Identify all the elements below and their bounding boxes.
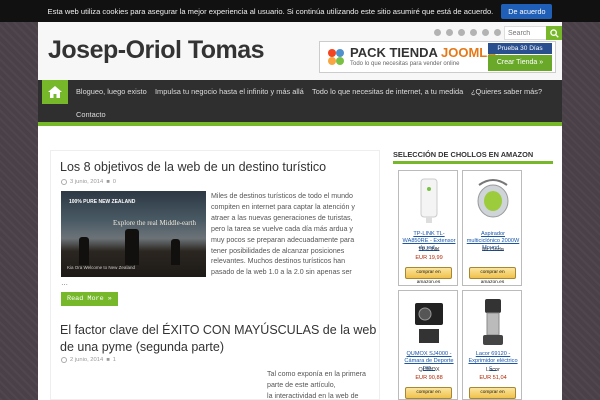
cookie-bar: Esta web utiliza cookies para asegurar l… xyxy=(0,0,600,22)
excerpt-ellipsis: … xyxy=(61,279,69,287)
product-card[interactable]: Aspirador multiciclónico 2000W Mound... … xyxy=(462,170,522,286)
buy-on-amazon-button[interactable]: comprar en amazon.es xyxy=(469,267,516,285)
nav-item-impulsa[interactable]: Impulsa tu negocio hasta el infinito y m… xyxy=(155,87,304,97)
excerpt-line: Tal como exponía en la primera xyxy=(267,370,366,378)
joomla-ad-banner[interactable]: PACK TIENDA JOOMLA! Todo lo que necesita… xyxy=(319,41,556,73)
banner-title-main: PACK TIENDA xyxy=(350,45,438,60)
social-icons xyxy=(434,29,501,36)
comment-count[interactable]: 0 xyxy=(113,179,116,185)
youtube-icon[interactable] xyxy=(494,29,501,36)
google-plus-icon[interactable] xyxy=(446,29,453,36)
joomla-logo-icon xyxy=(328,49,344,65)
linkedin-icon[interactable] xyxy=(482,29,489,36)
clock-icon xyxy=(61,179,67,185)
post-date: 2 junio, 2014 xyxy=(70,357,104,363)
excerpt-line: atraer a las nuevas generaciones de turi… xyxy=(211,213,353,222)
product-brand: QUMOX xyxy=(418,367,440,373)
buy-on-amazon-button[interactable]: comprar en amazon.es xyxy=(405,387,452,399)
image-figure xyxy=(79,237,89,265)
comment-icon: ■ xyxy=(106,357,110,363)
nav-item-saber-mas[interactable]: ¿Quieres saber más? xyxy=(471,87,542,97)
image-figure xyxy=(125,229,139,265)
post-meta-1: 3 junio, 2014 ■ 0 xyxy=(61,179,116,185)
wifi-extender-image xyxy=(420,178,438,223)
home-icon xyxy=(48,86,62,98)
vacuum-cleaner-image xyxy=(477,179,509,218)
rss-icon[interactable] xyxy=(434,29,441,36)
action-camera-image xyxy=(415,303,443,343)
excerpt-line: compiten en internet para captar la aten… xyxy=(211,202,355,211)
post-meta-2: 2 junio, 2014 ■ 1 xyxy=(61,357,116,363)
excerpt-line: pero la tarea se vuelve cada día más ard… xyxy=(211,224,353,233)
banner-trial-badge: Prueba 30 Días xyxy=(488,43,552,54)
image-caption: Explore the real Middle-earth xyxy=(113,219,196,227)
product-brand: TP-LINK xyxy=(418,247,440,253)
excerpt-line: Miles de destinos turísticos de todo el … xyxy=(211,192,353,200)
excerpt-line: relevantes. Muchos destinos turísticos h… xyxy=(211,257,346,266)
page-wrapper: Josep-Oriol Tomas PACK TIENDA JOOMLA! xyxy=(38,22,562,400)
image-brand-text: 100% PURE NEW ZEALAND xyxy=(69,199,136,205)
product-brand: Lacor xyxy=(486,367,500,373)
search-icon xyxy=(549,28,559,38)
product-price: EUR 51,04 xyxy=(479,375,507,381)
create-store-button[interactable]: Crear Tienda » xyxy=(488,55,552,71)
search-button[interactable] xyxy=(546,26,562,40)
facebook-icon[interactable] xyxy=(458,29,465,36)
image-footer-text: Kia Ora Welcome to New Zealand xyxy=(67,265,135,270)
site-header: Josep-Oriol Tomas PACK TIENDA JOOMLA! xyxy=(38,22,562,80)
cookie-message: Esta web utiliza cookies para asegurar l… xyxy=(47,6,494,16)
site-title[interactable]: Josep-Oriol Tomas xyxy=(48,36,265,65)
juicer-image xyxy=(483,299,503,345)
main-nav: Blogueo, luego existo Impulsa tu negocio… xyxy=(38,80,562,126)
post-excerpt-1: Miles de destinos turísticos de todo el … xyxy=(211,191,376,278)
clock-icon xyxy=(61,357,67,363)
excerpt-line: la interactividad en la web de xyxy=(267,391,359,400)
comment-icon: ■ xyxy=(106,179,110,185)
twitter-icon[interactable] xyxy=(470,29,477,36)
post-image-1[interactable]: 100% PURE NEW ZEALAND Explore the real M… xyxy=(61,191,206,277)
post-date: 3 junio, 2014 xyxy=(70,179,104,185)
nav-item-todo[interactable]: Todo lo que necesitas de internet, a tu … xyxy=(312,87,463,97)
excerpt-line: tener posibilidades de alcanzar posicion… xyxy=(211,246,345,255)
sidebar-title: SELECCIÓN DE CHOLLOS EN AMAZON xyxy=(393,150,553,164)
product-price: EUR 90,88 xyxy=(415,375,443,381)
product-price: EUR 19,99 xyxy=(415,255,443,261)
excerpt-line: muy pocos se preparan adecuadamente para xyxy=(211,235,355,244)
product-card[interactable]: QUMOX SJ4000 - Cámara de Deporte par... … xyxy=(398,290,458,400)
excerpt-line: pasado de la web 1.0 a la 2.0 sin apenas… xyxy=(211,268,352,277)
product-brand: Mr Onda xyxy=(482,247,504,253)
sidebar: SELECCIÓN DE CHOLLOS EN AMAZON TP-LINK T… xyxy=(389,150,562,400)
post-excerpt-2: Tal como exponía en la primera parte de … xyxy=(267,369,377,400)
cookie-accept-button[interactable]: De acuerdo xyxy=(501,3,553,19)
banner-subtitle: Todo lo que necesitas para vender online xyxy=(350,61,460,67)
post-list: Los 8 objetivos de la web de un destino … xyxy=(50,150,380,400)
comment-count[interactable]: 1 xyxy=(113,357,116,363)
post-title-2[interactable]: El factor clave del ÉXITO CON MAYÚSCULAS… xyxy=(60,322,378,356)
read-more-button[interactable]: Read More » xyxy=(61,292,118,306)
home-button[interactable] xyxy=(42,80,68,104)
image-figure xyxy=(171,239,180,265)
post-title-1[interactable]: Los 8 objetivos de la web de un destino … xyxy=(60,159,378,176)
buy-on-amazon-button[interactable]: comprar en amazon.es xyxy=(405,267,452,285)
nav-item-contacto[interactable]: Contacto xyxy=(76,110,106,120)
product-card[interactable]: TP-LINK TL-WA850RE - Extensor de red... … xyxy=(398,170,458,286)
nav-item-blogueo[interactable]: Blogueo, luego existo xyxy=(76,87,147,97)
banner-title: PACK TIENDA JOOMLA! xyxy=(350,45,501,60)
product-card[interactable]: Lacor 69120 - Exprimidor eléctrico c... … xyxy=(462,290,522,400)
excerpt-line: parte de este artículo, xyxy=(267,380,336,389)
buy-on-amazon-button[interactable]: comprar en amazon.es xyxy=(469,387,516,399)
